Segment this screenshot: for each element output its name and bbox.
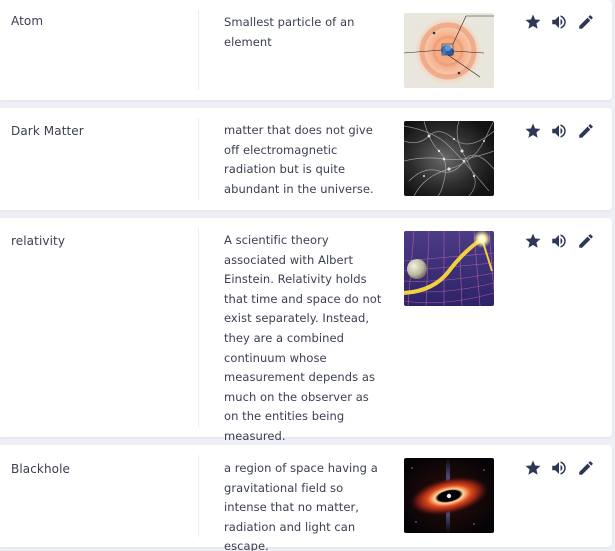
term-card: relativity A scientific theory associate… xyxy=(0,218,612,443)
black-hole-image[interactable] xyxy=(404,458,494,533)
flashcard-term-list: Atom Smallest particle of an element Dar… xyxy=(0,0,615,551)
term-text: Dark Matter xyxy=(11,124,84,138)
term-text: Atom xyxy=(11,14,44,28)
term-card: Atom Smallest particle of an element xyxy=(0,0,612,100)
spacetime-grid-image[interactable] xyxy=(404,231,494,306)
definition-text: A scientific theory associated with Albe… xyxy=(224,233,382,443)
atom-diagram-image[interactable] xyxy=(404,13,494,88)
term-actions xyxy=(524,232,596,250)
column-divider xyxy=(198,455,199,537)
column-divider xyxy=(198,228,199,427)
column-divider xyxy=(198,118,199,200)
audio-icon[interactable] xyxy=(550,13,568,31)
star-icon[interactable] xyxy=(524,122,542,140)
edit-icon[interactable] xyxy=(577,232,595,250)
edit-icon[interactable] xyxy=(577,13,595,31)
term-actions xyxy=(524,122,596,140)
term-actions xyxy=(524,459,596,477)
term-card: Dark Matter matter that does not give of… xyxy=(0,108,612,210)
audio-icon[interactable] xyxy=(550,459,568,477)
term-actions xyxy=(524,13,596,31)
star-icon[interactable] xyxy=(524,13,542,31)
audio-icon[interactable] xyxy=(550,232,568,250)
star-icon[interactable] xyxy=(524,459,542,477)
term-card: Blackhole a region of space having a gra… xyxy=(0,445,612,551)
definition-text: a region of space having a gravitational… xyxy=(224,461,378,551)
definition-text: Smallest particle of an element xyxy=(224,15,355,49)
edit-icon[interactable] xyxy=(577,122,595,140)
edit-icon[interactable] xyxy=(577,459,595,477)
term-text: Blackhole xyxy=(11,462,71,476)
definition-text: matter that does not give off electromag… xyxy=(224,123,374,196)
term-text: relativity xyxy=(11,234,66,248)
dark-matter-image[interactable] xyxy=(404,121,494,196)
audio-icon[interactable] xyxy=(550,122,568,140)
star-icon[interactable] xyxy=(524,232,542,250)
column-divider xyxy=(198,10,199,90)
